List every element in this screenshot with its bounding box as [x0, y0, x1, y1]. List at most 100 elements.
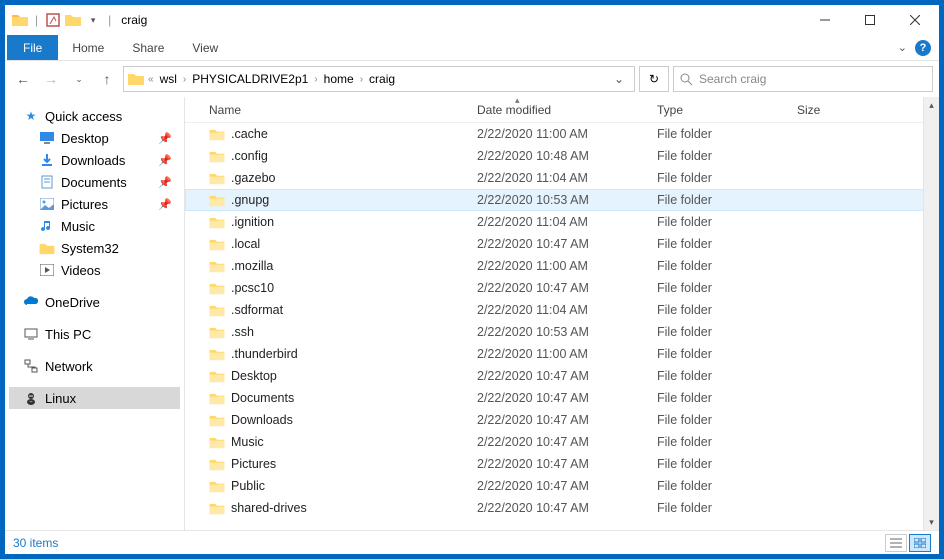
qat-dropdown-icon[interactable]: ▾ [84, 11, 102, 29]
pc-icon [23, 326, 39, 342]
column-size[interactable]: Size [797, 103, 877, 117]
folder-icon [209, 280, 225, 296]
desktop-icon [39, 130, 55, 146]
qat-properties-icon[interactable] [44, 11, 62, 29]
breadcrumb[interactable]: wsl [158, 72, 179, 86]
breadcrumb[interactable]: home [322, 72, 356, 86]
address-folder-icon [128, 71, 144, 87]
navbar: ← → ⌄ ↑ « wsl› PHYSICALDRIVE2p1› home› c… [5, 61, 939, 97]
ribbon-expand-icon[interactable]: ⌄ [898, 41, 907, 54]
minimize-button[interactable] [802, 5, 847, 35]
tab-view[interactable]: View [178, 35, 232, 60]
back-button[interactable]: ← [11, 67, 35, 91]
scroll-up-icon[interactable]: ▴ [924, 97, 939, 113]
file-row[interactable]: Public2/22/2020 10:47 AMFile folder [185, 475, 939, 497]
sidebar-item-pictures[interactable]: Pictures📌 [9, 193, 180, 215]
view-thumbnails-button[interactable] [909, 534, 931, 552]
scrollbar[interactable]: ▴ ▾ [923, 97, 939, 530]
folder-icon [209, 368, 225, 384]
folder-icon [209, 302, 225, 318]
titlebar: | ▾ | craig [5, 5, 939, 35]
folder-icon [209, 236, 225, 252]
onedrive-icon [23, 294, 39, 310]
sort-indicator-icon: ▴ [515, 95, 520, 106]
sidebar-item-system32[interactable]: System32 [9, 237, 180, 259]
videos-icon [39, 262, 55, 278]
address-dropdown-icon[interactable]: ⌄ [608, 72, 630, 86]
column-type[interactable]: Type [657, 103, 797, 117]
close-button[interactable] [892, 5, 937, 35]
folder-icon [209, 214, 225, 230]
breadcrumb[interactable]: PHYSICALDRIVE2p1 [190, 72, 310, 86]
folder-icon [209, 324, 225, 340]
view-details-button[interactable] [885, 534, 907, 552]
file-row[interactable]: .ignition2/22/2020 11:04 AMFile folder [185, 211, 939, 233]
sidebar-item-music[interactable]: Music [9, 215, 180, 237]
nav-onedrive[interactable]: OneDrive [9, 291, 180, 313]
address-bar[interactable]: « wsl› PHYSICALDRIVE2p1› home› craig ⌄ [123, 66, 635, 92]
forward-button[interactable]: → [39, 67, 63, 91]
linux-icon [23, 390, 39, 406]
window-title: craig [121, 13, 147, 27]
file-row[interactable]: Documents2/22/2020 10:47 AMFile folder [185, 387, 939, 409]
recent-dropdown-icon[interactable]: ⌄ [67, 67, 91, 91]
nav-quick-access[interactable]: ★ Quick access [9, 105, 180, 127]
up-button[interactable]: ↑ [95, 67, 119, 91]
file-row[interactable]: Downloads2/22/2020 10:47 AMFile folder [185, 409, 939, 431]
column-name[interactable]: Name [209, 103, 477, 117]
search-icon [680, 73, 693, 86]
music-icon [39, 218, 55, 234]
file-row[interactable]: Desktop2/22/2020 10:47 AMFile folder [185, 365, 939, 387]
pictures-icon [39, 196, 55, 212]
file-row[interactable]: .thunderbird2/22/2020 11:00 AMFile folde… [185, 343, 939, 365]
help-icon[interactable]: ? [915, 40, 931, 56]
file-row[interactable]: .gnupg2/22/2020 10:53 AMFile folder [185, 189, 939, 211]
tab-home[interactable]: Home [58, 35, 118, 60]
star-icon: ★ [23, 108, 39, 124]
nav-network[interactable]: Network [9, 355, 180, 377]
ribbon: File Home Share View ⌄ ? [5, 35, 939, 61]
qat-folder-icon[interactable] [64, 11, 82, 29]
file-row[interactable]: Music2/22/2020 10:47 AMFile folder [185, 431, 939, 453]
folder-icon [209, 390, 225, 406]
folder-icon [209, 148, 225, 164]
file-row[interactable]: Pictures2/22/2020 10:47 AMFile folder [185, 453, 939, 475]
documents-icon [39, 174, 55, 190]
folder-icon [209, 434, 225, 450]
column-date[interactable]: Date modified [477, 103, 657, 117]
nav-linux[interactable]: Linux [9, 387, 180, 409]
search-placeholder: Search craig [699, 72, 766, 86]
tab-share[interactable]: Share [118, 35, 178, 60]
sidebar-item-desktop[interactable]: Desktop📌 [9, 127, 180, 149]
downloads-icon [39, 152, 55, 168]
scroll-down-icon[interactable]: ▾ [924, 514, 939, 530]
file-row[interactable]: shared-drives2/22/2020 10:47 AMFile fold… [185, 497, 939, 519]
file-row[interactable]: .sdformat2/22/2020 11:04 AMFile folder [185, 299, 939, 321]
pin-icon: 📌 [158, 154, 172, 167]
folder-icon [209, 192, 225, 208]
sidebar-item-videos[interactable]: Videos [9, 259, 180, 281]
breadcrumb[interactable]: craig [367, 72, 397, 86]
app-icon [11, 11, 29, 29]
nav-this-pc[interactable]: This PC [9, 323, 180, 345]
sidebar-item-downloads[interactable]: Downloads📌 [9, 149, 180, 171]
tab-file[interactable]: File [7, 35, 58, 60]
folder-icon [209, 500, 225, 516]
refresh-button[interactable]: ↻ [639, 66, 669, 92]
folder-icon [209, 126, 225, 142]
maximize-button[interactable] [847, 5, 892, 35]
file-row[interactable]: .pcsc102/22/2020 10:47 AMFile folder [185, 277, 939, 299]
status-bar: 30 items [5, 530, 939, 554]
file-row[interactable]: .local2/22/2020 10:47 AMFile folder [185, 233, 939, 255]
file-row[interactable]: .config2/22/2020 10:48 AMFile folder [185, 145, 939, 167]
file-row[interactable]: .mozilla2/22/2020 11:00 AMFile folder [185, 255, 939, 277]
pin-icon: 📌 [158, 132, 172, 145]
file-row[interactable]: .cache2/22/2020 11:00 AMFile folder [185, 123, 939, 145]
search-input[interactable]: Search craig [673, 66, 933, 92]
folder-icon [209, 456, 225, 472]
folder-icon [209, 346, 225, 362]
sidebar-item-documents[interactable]: Documents📌 [9, 171, 180, 193]
file-row[interactable]: .ssh2/22/2020 10:53 AMFile folder [185, 321, 939, 343]
file-row[interactable]: .gazebo2/22/2020 11:04 AMFile folder [185, 167, 939, 189]
column-headers: ▴ Name Date modified Type Size [185, 97, 939, 123]
